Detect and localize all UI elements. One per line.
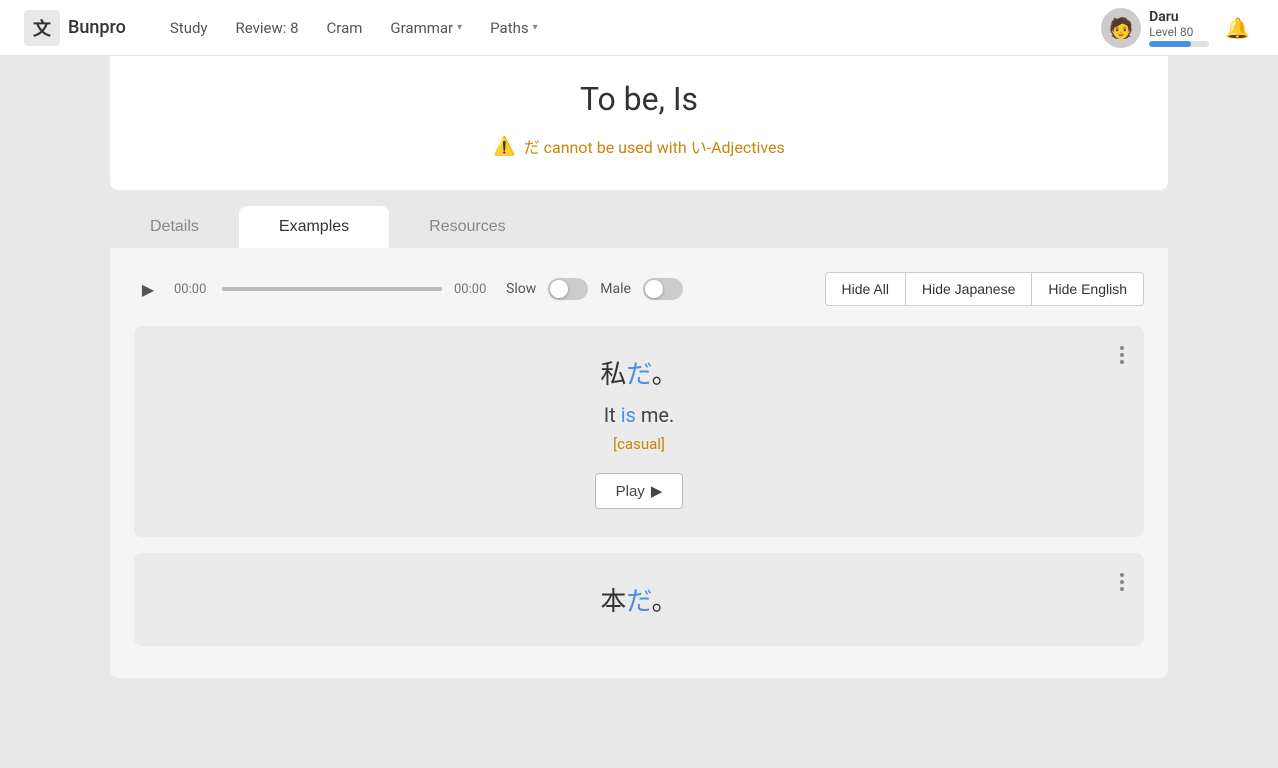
slow-toggle-knob [550,280,568,298]
main-card: ▶ 00:00 00:00 Slow Male Hide All Hide Ja… [110,248,1168,678]
example-2-more-button[interactable] [1116,569,1128,595]
male-label: Male [600,281,631,297]
warning-icon: ⚠️ [493,136,515,157]
grammar-title: To be, Is [150,80,1128,118]
nav-review[interactable]: Review: 8 [224,11,311,45]
example-1-tag: [casual] [174,435,1104,453]
male-toggle[interactable] [643,278,683,300]
brand-icon: 文 [24,10,60,46]
hide-japanese-button[interactable]: Hide Japanese [905,272,1031,306]
navbar: 文 Bunpro Study Review: 8 Cram Grammar ▾ … [0,0,1278,56]
avatar: 🧑 [1101,8,1141,48]
paths-dropdown-arrow: ▾ [533,22,538,33]
more-dot-3 [1120,587,1124,591]
hide-english-button[interactable]: Hide English [1031,272,1144,306]
nav-study[interactable]: Study [158,11,220,45]
hide-buttons: Hide All Hide Japanese Hide English [825,272,1144,306]
nav-paths[interactable]: Paths ▾ [478,11,549,45]
audio-time-start: 00:00 [174,282,210,297]
audio-time-end: 00:00 [454,282,490,297]
user-progress-fill [1149,41,1191,47]
user-name: Daru [1149,9,1209,25]
example-card-1: 私だ。 It is me. [casual] Play ▶ [134,326,1144,537]
header-card: To be, Is ⚠️ だ cannot be used with い-Adj… [110,56,1168,190]
warning-notice: ⚠️ だ cannot be used with い-Adjectives [493,134,784,158]
example-2-japanese-pre: 本 [600,587,626,617]
more-dot-2 [1120,353,1124,357]
slow-label: Slow [506,281,536,297]
nav-cram[interactable]: Cram [315,11,375,45]
nav-links: Study Review: 8 Cram Grammar ▾ Paths ▾ [158,11,1101,45]
brand-link[interactable]: 文 Bunpro [24,10,126,46]
more-dot-3 [1120,360,1124,364]
page-wrapper: To be, Is ⚠️ だ cannot be used with い-Adj… [0,0,1278,768]
example-1-play-button[interactable]: Play ▶ [595,473,684,509]
example-1-japanese-highlight: だ [626,360,651,390]
audio-progress-track[interactable] [222,287,442,291]
tab-resources[interactable]: Resources [389,206,545,248]
example-2-japanese-highlight: だ [626,587,651,617]
audio-play-button[interactable]: ▶ [134,275,162,303]
bell-icon[interactable]: 🔔 [1221,12,1254,44]
example-1-english: It is me. [174,403,1104,427]
example-1-play-icon: ▶ [651,482,663,500]
user-level: Level 80 [1149,25,1209,39]
example-1-japanese-post: 。 [652,360,678,390]
more-dot-1 [1120,346,1124,350]
user-section[interactable]: 🧑 Daru Level 80 [1101,8,1209,48]
example-1-japanese: 私だ。 [174,354,1104,391]
user-info: Daru Level 80 [1149,9,1209,47]
example-1-english-pre: It [604,403,621,427]
example-1-english-post: me. [636,403,674,427]
example-1-english-highlight: is [621,403,636,427]
tabs-section: Details Examples Resources [110,206,1168,248]
tab-examples[interactable]: Examples [239,206,389,248]
example-2-japanese-post: 。 [652,587,678,617]
example-1-japanese-pre: 私 [600,360,626,390]
navbar-right: 🧑 Daru Level 80 🔔 [1101,8,1254,48]
audio-controls: ▶ 00:00 00:00 Slow Male Hide All Hide Ja… [134,272,1144,306]
example-1-more-button[interactable] [1116,342,1128,368]
example-card-2: 本だ。 [134,553,1144,646]
warning-text: だ cannot be used with い-Adjectives [524,134,785,158]
slow-toggle[interactable] [548,278,588,300]
grammar-dropdown-arrow: ▾ [457,22,462,33]
example-1-play-label: Play [616,483,645,500]
example-2-japanese: 本だ。 [174,581,1104,618]
tab-details[interactable]: Details [110,206,239,248]
more-dot-1 [1120,573,1124,577]
more-dot-2 [1120,580,1124,584]
hide-all-button[interactable]: Hide All [825,272,905,306]
brand-name: Bunpro [68,17,126,38]
nav-grammar[interactable]: Grammar ▾ [378,11,474,45]
male-toggle-knob [645,280,663,298]
user-progress-bar [1149,41,1209,47]
